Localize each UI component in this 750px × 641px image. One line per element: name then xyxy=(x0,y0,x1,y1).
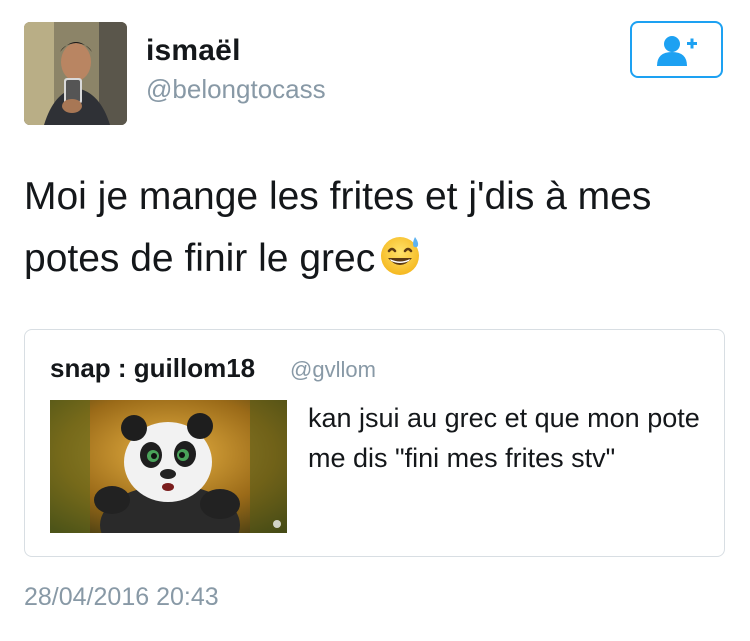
avatar[interactable] xyxy=(24,22,127,125)
quoted-handle: @gvllom xyxy=(290,357,376,382)
quoted-display-name: snap : guillom18 xyxy=(50,353,256,383)
handle[interactable]: @belongtocass xyxy=(146,74,326,105)
quoted-tweet-text: kan jsui au grec et que mon pote me dis … xyxy=(308,403,700,473)
tweet-text: Moi je mange les frites et j'dis à mes p… xyxy=(24,166,724,296)
panda-gif-thumbnail xyxy=(50,400,287,533)
follow-user-plus-icon xyxy=(656,35,697,66)
quoted-tweet-card[interactable]: snap : guillom18 @gvllom kan jsui au gre… xyxy=(24,329,725,557)
grinning-face-with-sweat-emoji xyxy=(379,233,423,296)
follow-button[interactable] xyxy=(630,21,723,78)
profile-photo xyxy=(24,22,127,125)
quoted-media-thumbnail[interactable] xyxy=(50,400,287,533)
timestamp[interactable]: 28/04/2016 20:43 xyxy=(24,583,219,612)
tweet-body: Moi je mange les frites et j'dis à mes p… xyxy=(24,175,652,280)
display-name[interactable]: ismaël xyxy=(146,34,241,68)
